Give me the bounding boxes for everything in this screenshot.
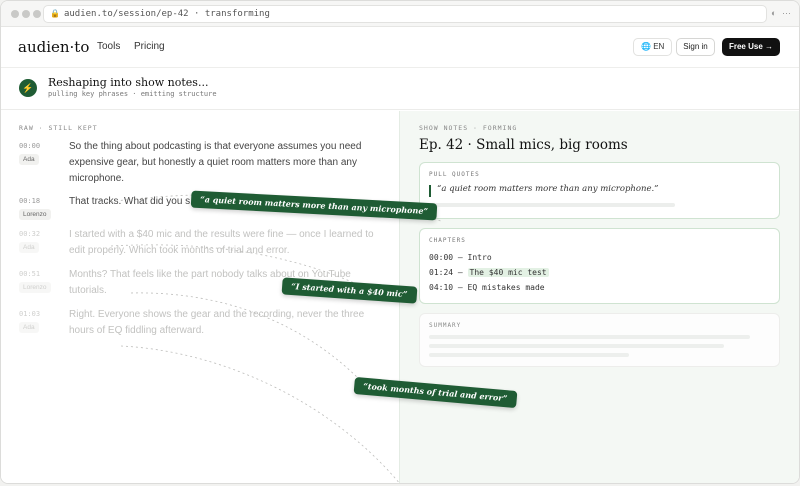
flow-path [130,292,362,382]
phrase-flow-paths [100,194,442,483]
browser-window: 🔒 audien.to/session/ep-42 · transforming … [0,0,800,484]
flow-path [120,345,400,483]
